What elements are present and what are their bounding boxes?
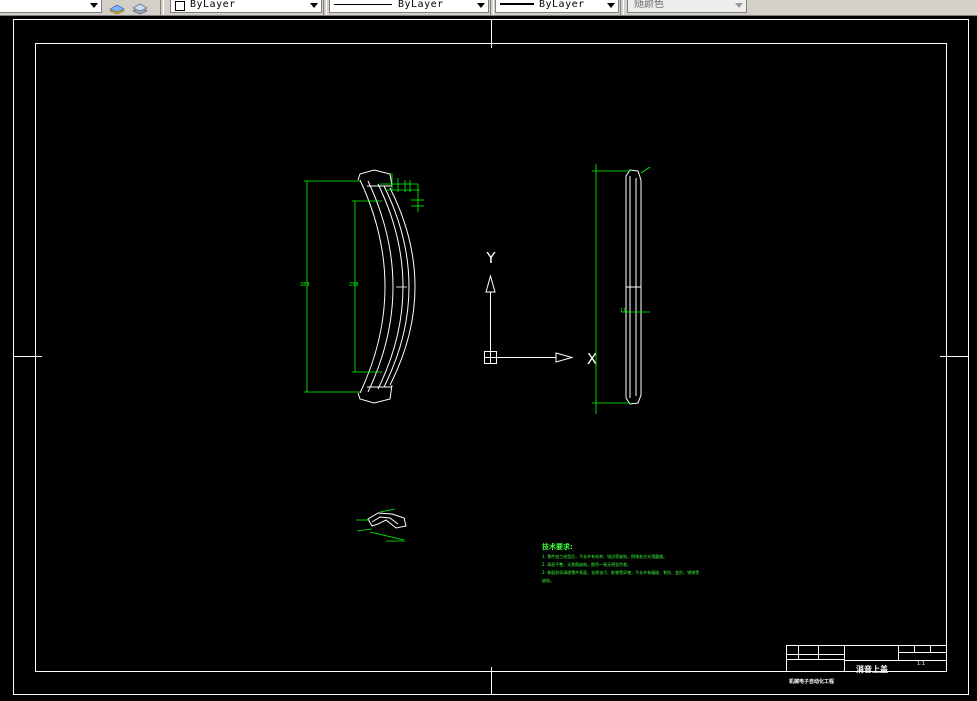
- ucs-icon: [484, 274, 574, 364]
- lineweight-value: ByLayer: [539, 0, 585, 10]
- toolbar-separator: [160, 0, 164, 15]
- front-dimensions: [304, 173, 424, 393]
- linetype-value: ByLayer: [398, 0, 444, 10]
- front-view: [304, 169, 424, 404]
- lineweight-sample-icon: [500, 3, 534, 5]
- plotstyle-value: 随颜色: [634, 0, 664, 10]
- linetype-control-dropdown[interactable]: ByLayer: [329, 0, 489, 13]
- chevron-down-icon[interactable]: [474, 0, 486, 12]
- chevron-down-icon[interactable]: [307, 0, 319, 12]
- chevron-down-icon[interactable]: [732, 0, 744, 12]
- tech-note-2: 2. 表面平整，无划痕缺陷，颜色一致无明显色差。: [542, 562, 632, 567]
- tech-note-1: 1. 零件加工成型后，不允许有毛刺、锐边等缺陷，倒角处应光滑圆顺。: [542, 554, 668, 559]
- tech-notes-title: 技术要求:: [542, 543, 573, 551]
- color-value: ByLayer: [190, 0, 236, 10]
- drawing-canvas[interactable]: Y X 283 258 11 技术要求: 1. 零件加工成型后，不允许有毛刺、锐…: [0, 16, 977, 701]
- toolbar-separator: [620, 0, 624, 15]
- chevron-down-icon[interactable]: [604, 0, 616, 12]
- title-block-institution: 机械电子自动化工程: [789, 679, 835, 685]
- lineweight-control-dropdown[interactable]: ByLayer: [495, 0, 619, 13]
- properties-toolbar: ByLayer ByLayer ByLayer 随颜色: [0, 0, 977, 16]
- toolbar-separator: [490, 0, 494, 15]
- layer-previous-icon[interactable]: [131, 0, 149, 15]
- section-detail: [356, 508, 407, 542]
- ucs-y-label: Y: [485, 249, 496, 267]
- dim-text-side-offset: 11: [620, 308, 627, 314]
- ucs-x-label: X: [587, 350, 597, 368]
- color-swatch-icon: [175, 1, 185, 11]
- title-block-scale: 1:1: [917, 661, 926, 667]
- toolbar-separator: [323, 0, 327, 15]
- model-space[interactable]: Y X: [0, 16, 977, 701]
- layer-states-icon[interactable]: [108, 0, 126, 15]
- plotstyle-control-dropdown[interactable]: 随颜色: [627, 0, 747, 13]
- dim-text-overall-height: 283: [300, 282, 310, 288]
- color-control-dropdown[interactable]: ByLayer: [170, 0, 322, 13]
- tech-note-3: 3. 装配前须清理零件表面，去除油污、脏物等异物，不允许有磕碰、划伤、变形、锈蚀…: [542, 570, 700, 575]
- toolbar-left-dropdown[interactable]: [0, 0, 102, 13]
- side-view: [592, 164, 651, 414]
- tech-note-4: 缺陷。: [542, 578, 554, 583]
- linetype-sample-icon: [334, 4, 392, 5]
- title-block-part-name: 消音上盖: [856, 665, 888, 674]
- chevron-down-icon[interactable]: [87, 0, 99, 12]
- dim-text-inner-height: 258: [349, 282, 359, 288]
